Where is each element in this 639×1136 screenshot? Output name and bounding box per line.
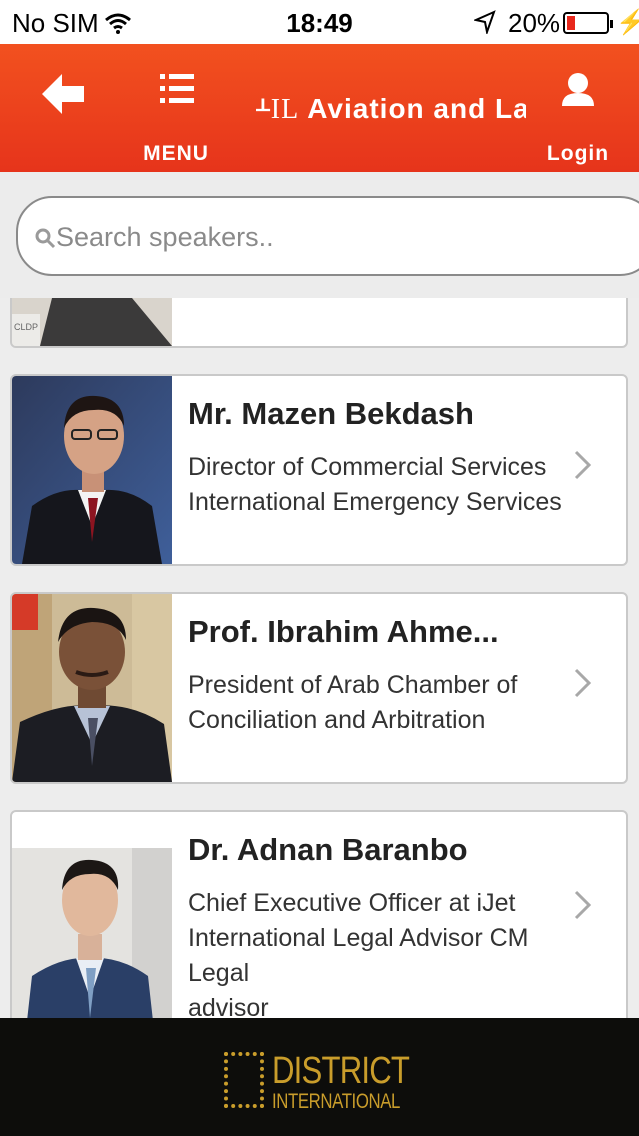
logo-frame-icon <box>224 1052 264 1108</box>
speaker-list[interactable]: CLDP Mr. Mazen Bekdash Director of Comme… <box>0 298 639 1018</box>
page-title-text: Aviation and La <box>307 93 526 124</box>
speaker-photo <box>12 848 172 1018</box>
chevron-right-icon <box>574 890 592 920</box>
search-icon <box>35 228 56 249</box>
chevron-right-icon <box>574 450 592 480</box>
event-logo: ᚆIL <box>256 94 300 125</box>
battery-fill <box>567 16 575 30</box>
back-button[interactable] <box>40 72 88 116</box>
location-arrow-icon <box>472 10 496 41</box>
search-bar <box>0 172 639 298</box>
battery-percent: 20% <box>508 8 561 38</box>
battery-icon <box>563 12 613 34</box>
chevron-right-icon <box>574 668 592 698</box>
list-icon <box>160 74 194 103</box>
login-label: Login <box>546 142 610 165</box>
app-header: MENU ᚆIL Aviation and La Login <box>0 44 639 172</box>
speaker-card[interactable]: Prof. Ibrahim Ahme... President of Arab … <box>10 592 628 784</box>
photo-badge-text: CLDP <box>14 322 38 332</box>
sponsor-subname: INTERNATIONAL <box>272 1090 400 1113</box>
speaker-card[interactable]: Dr. Adnan Baranbo Chief Executive Office… <box>10 810 628 1018</box>
status-bar: No SIM 18:49 20% ⚡ <box>0 0 639 44</box>
login-button[interactable]: Login <box>540 68 616 165</box>
speaker-name: Mr. Mazen Bekdash <box>188 396 474 431</box>
charging-bolt-icon: ⚡ <box>616 9 639 36</box>
search-field[interactable] <box>16 196 639 276</box>
arrow-left-icon <box>42 74 84 114</box>
speaker-name: Prof. Ibrahim Ahme... <box>188 614 499 649</box>
speaker-role: President of Arab Chamber of Conciliatio… <box>188 671 518 734</box>
speaker-role: Director of Commercial Services Internat… <box>188 453 562 516</box>
menu-button[interactable]: MENU <box>136 66 216 165</box>
user-icon <box>562 73 594 106</box>
page-title: ᚆIL Aviation and La <box>256 92 526 128</box>
speaker-name: Dr. Adnan Baranbo <box>188 832 468 867</box>
speaker-photo <box>12 376 172 564</box>
speaker-photo <box>12 594 172 782</box>
footer-banner[interactable]: DISTRICT INTERNATIONAL <box>0 1018 639 1136</box>
speaker-card[interactable]: Mr. Mazen Bekdash Director of Commercial… <box>10 374 628 566</box>
sponsor-logo: DISTRICT INTERNATIONAL <box>222 1050 422 1114</box>
sponsor-name: DISTRICT <box>272 1050 410 1092</box>
speaker-photo: CLDP <box>12 298 172 346</box>
search-input[interactable] <box>56 214 616 260</box>
speaker-role: Chief Executive Officer at iJet Internat… <box>188 889 529 1018</box>
speaker-card[interactable]: CLDP <box>10 298 628 348</box>
menu-label: MENU <box>143 142 209 165</box>
